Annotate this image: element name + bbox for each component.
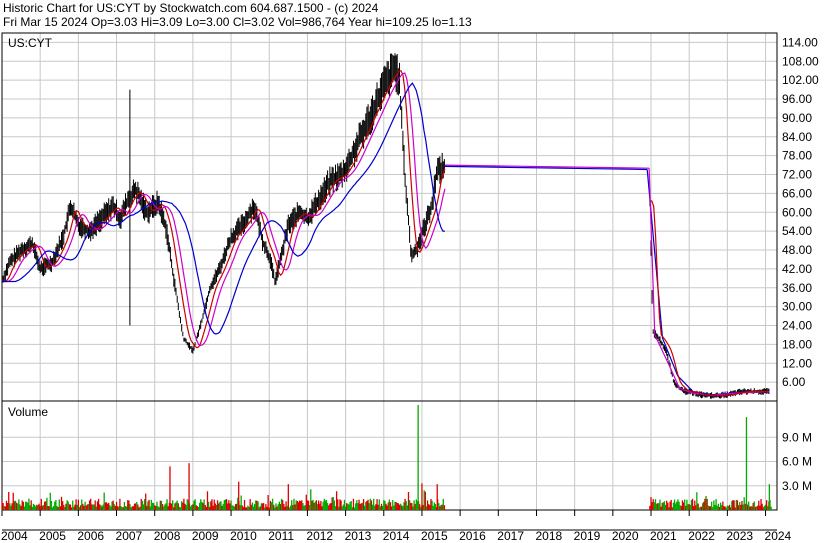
x-tick-label: 2018 (535, 529, 562, 543)
x-tick-label: 2011 (268, 529, 294, 543)
ma-short-late (649, 200, 769, 397)
x-tick-label: 2013 (345, 529, 372, 543)
x-tick-label: 2022 (688, 529, 715, 543)
x-tick-label: 2019 (574, 529, 601, 543)
volume-grid (2, 436, 777, 487)
y-tick-label: 54.00 (782, 224, 812, 238)
volume-y-axis: 9.0 M 6.0 M 3.0 M (782, 430, 812, 492)
symbol-label: US:CYT (8, 36, 53, 50)
y-tick-label: 72.00 (782, 168, 812, 182)
y-tick-label: 6.00 (782, 375, 806, 389)
x-tick-label: 2021 (650, 529, 677, 543)
x-tick-label: 2007 (116, 529, 143, 543)
y-tick-label: 102.00 (782, 73, 819, 87)
x-tick-label: 2016 (459, 529, 486, 543)
price-grid (1, 33, 777, 510)
y-tick-label: 90.00 (782, 111, 812, 125)
x-tick-label: 2004 (1, 529, 28, 543)
x-tick-label: 2017 (497, 529, 524, 543)
x-tick-label: 2014 (383, 529, 410, 543)
stock-chart: US:CYT Volume 114.00 108.00 102.00 96.00 90.… (1, 32, 819, 543)
price-y-axis: 114.00 108.00 102.00 96.00 90.00 84.00 78.00 72… (782, 35, 819, 389)
price-lines (1, 53, 770, 399)
x-tick-label: 2009 (192, 529, 219, 543)
y-tick-label: 42.00 (782, 262, 812, 276)
y-tick-label: 66.00 (782, 186, 812, 200)
x-tick-label: 2010 (230, 529, 257, 543)
volume-label: Volume (8, 405, 48, 419)
volume-plot-border (1, 400, 778, 511)
volume-tick-label: 6.0 M (782, 455, 812, 469)
x-tick-label: 2024 (765, 529, 792, 543)
y-tick-label: 84.00 (782, 130, 812, 144)
y-tick-label: 18.00 (782, 337, 812, 351)
x-tick-label: 2005 (39, 529, 66, 543)
y-tick-label: 36.00 (782, 281, 812, 295)
ma-long-late (646, 169, 770, 396)
y-tick-label: 60.00 (782, 205, 812, 219)
y-tick-label: 12.00 (782, 356, 812, 370)
y-tick-label: 78.00 (782, 149, 812, 163)
x-tick-label: 2015 (421, 529, 448, 543)
y-tick-label: 96.00 (782, 92, 812, 106)
x-tick-label: 2008 (154, 529, 181, 543)
x-axis: 2004 2005 2006 2007 2008 2009 2010 2011 2012 2013… (1, 510, 792, 543)
y-tick-label: 108.00 (782, 54, 819, 68)
ma-mid-late (648, 168, 770, 396)
y-tick-label: 24.00 (782, 319, 812, 333)
volume-tick-label: 3.0 M (782, 479, 812, 493)
volume-tick-label: 9.0 M (782, 430, 812, 444)
y-tick-label: 48.00 (782, 243, 812, 257)
y-tick-label: 30.00 (782, 300, 812, 314)
x-tick-label: 2006 (77, 529, 104, 543)
y-tick-label: 114.00 (782, 35, 818, 49)
x-tick-label: 2012 (306, 529, 333, 543)
x-tick-label: 2023 (726, 529, 753, 543)
volume-bars (1, 405, 772, 510)
x-tick-label: 2020 (612, 529, 639, 543)
